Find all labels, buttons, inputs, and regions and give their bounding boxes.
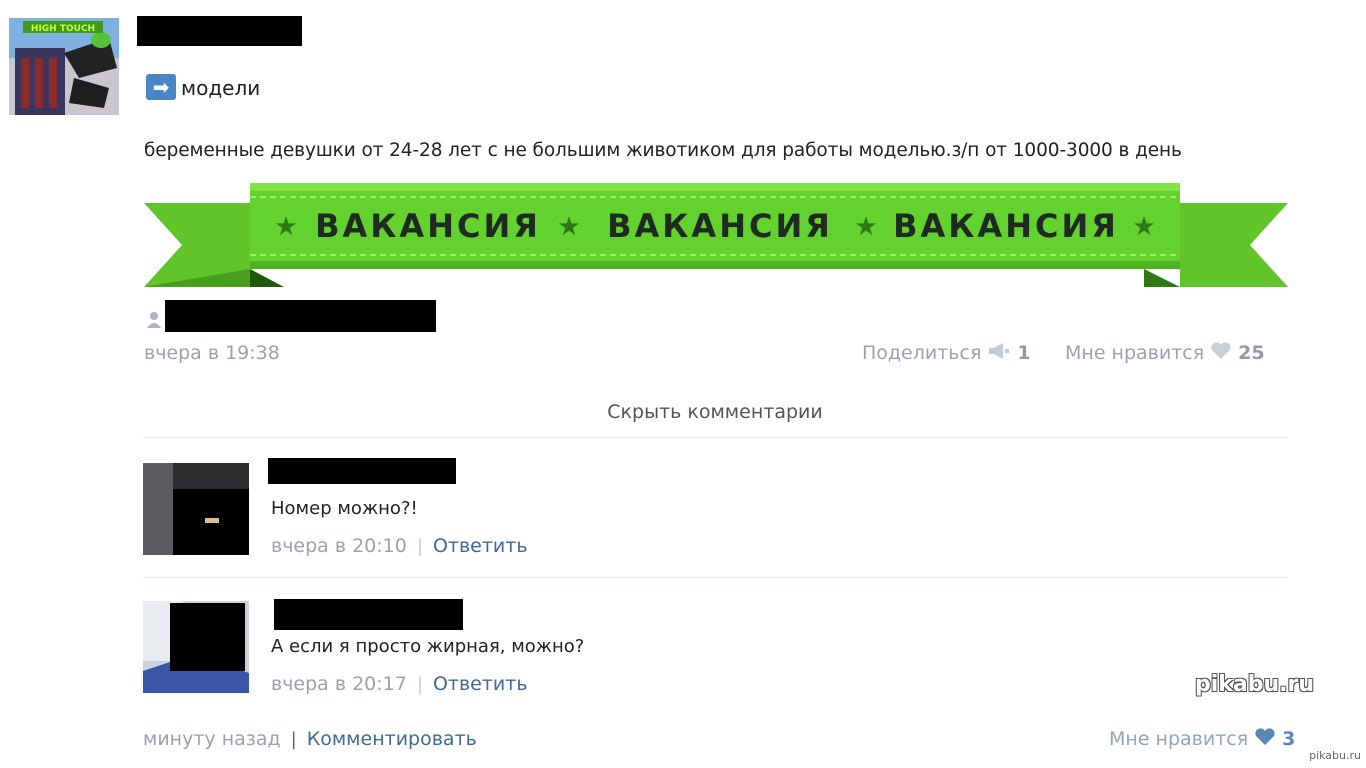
banner-word: ВАКАНСИЯ [315,207,541,245]
like-count: 25 [1238,342,1265,364]
banner-word: ВАКАНСИЯ [607,207,833,245]
corner-watermark: pikabu.ru [1309,749,1361,762]
vacancy-banner[interactable]: ★ ★ ★ ★ ВАКАНСИЯ ВАКАНСИЯ ВАКАНСИЯ [144,183,1288,293]
heart-icon [1254,728,1276,750]
comment-button[interactable]: Комментировать [307,728,477,750]
comment-meta: вчера в 20:17 | Ответить [271,673,528,695]
comment-time[interactable]: вчера в 20:17 [271,673,407,695]
divider [143,577,1288,578]
banner-word: ВАКАНСИЯ [893,207,1119,245]
star-icon: ★ [557,212,580,242]
comment-meta: вчера в 20:10 | Ответить [271,535,528,557]
comment-avatar[interactable] [143,601,249,693]
comment-author-redacted[interactable] [274,599,463,630]
post-timestamp[interactable]: вчера в 19:38 [144,342,280,364]
star-icon: ★ [274,212,297,242]
hide-comments-link[interactable]: Скрыть комментарии [0,401,1366,423]
comment-avatar[interactable] [143,463,249,555]
separator: | [416,535,423,557]
comment-time[interactable]: вчера в 20:10 [271,535,407,557]
footer-like-button[interactable]: Мне нравится 3 [1109,728,1295,750]
person-icon [146,311,162,328]
like-label: Мне нравится [1109,728,1249,750]
reply-link[interactable]: Ответить [433,535,528,557]
share-count: 1 [1017,342,1031,364]
post-text: беременные девушки от 24-28 лет с не бол… [144,140,1182,161]
star-icon: ★ [1132,212,1155,242]
reply-link[interactable]: Ответить [433,673,528,695]
comment-author-redacted[interactable] [268,458,456,484]
separator: | [416,673,423,695]
signer-redacted[interactable] [165,300,436,332]
post-avatar[interactable]: HIGH TOUCH [9,18,119,115]
like-label: Мне нравится [1065,342,1205,364]
avatar-logo-text: HIGH TOUCH [31,24,95,34]
footer-time[interactable]: минуту назад [143,728,281,750]
comment-text: Номер можно?! [271,498,418,519]
arrow-right-icon: ➡ [146,74,176,100]
heart-icon [1210,342,1232,364]
post-author-redacted[interactable] [137,16,302,46]
comment-text: А если я просто жирная, можно? [271,636,585,657]
like-count: 3 [1282,728,1296,750]
post-footer: минуту назад | Комментировать [143,728,477,750]
separator: | [290,728,297,750]
share-button[interactable]: Поделиться 1 [862,342,1031,364]
megaphone-icon [987,342,1011,364]
source-label[interactable]: модели [181,76,260,100]
divider [143,437,1288,438]
star-icon: ★ [854,212,877,242]
pikabu-watermark: pikabu.ru [1194,672,1314,697]
like-button[interactable]: Мне нравится 25 [1065,342,1265,364]
share-label: Поделиться [862,342,982,364]
